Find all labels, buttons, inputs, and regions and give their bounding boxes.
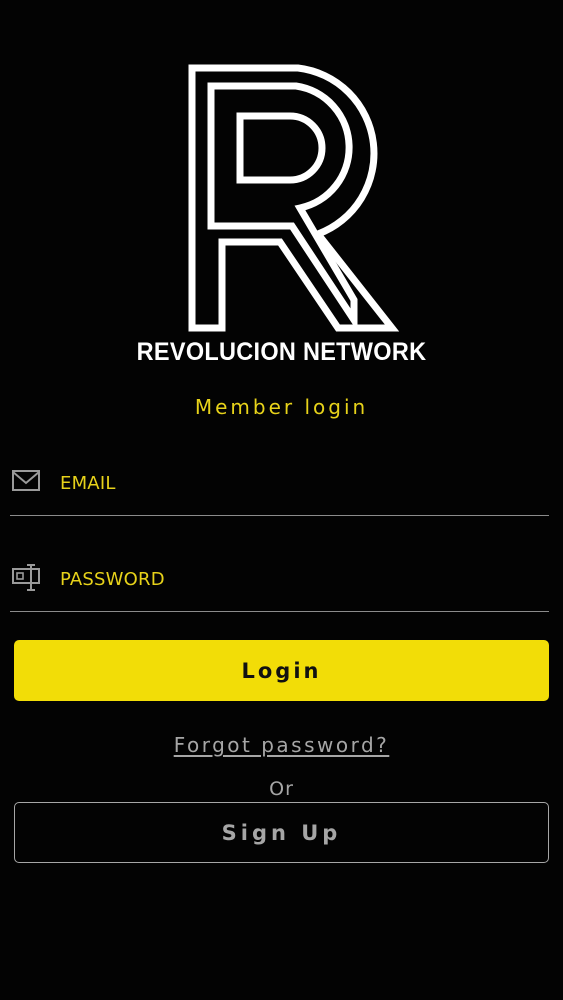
member-login-title: Member login (194, 395, 369, 419)
login-screen: REVOLUCION NETWORK Member login Login Fo… (0, 0, 563, 1000)
r-logo-icon (188, 64, 400, 332)
forgot-password-link[interactable]: Forgot password? (0, 733, 563, 757)
mail-icon (12, 470, 40, 491)
email-input[interactable] (60, 473, 530, 494)
password-field[interactable] (10, 564, 549, 612)
sign-up-button[interactable]: Sign Up (14, 802, 549, 863)
password-input[interactable] (60, 569, 530, 590)
password-field-icon (12, 564, 40, 591)
login-button[interactable]: Login (14, 640, 549, 701)
brand-name: REVOLUCION NETWORK (136, 338, 427, 366)
or-divider-text: Or (269, 778, 294, 800)
email-field[interactable] (10, 470, 549, 516)
